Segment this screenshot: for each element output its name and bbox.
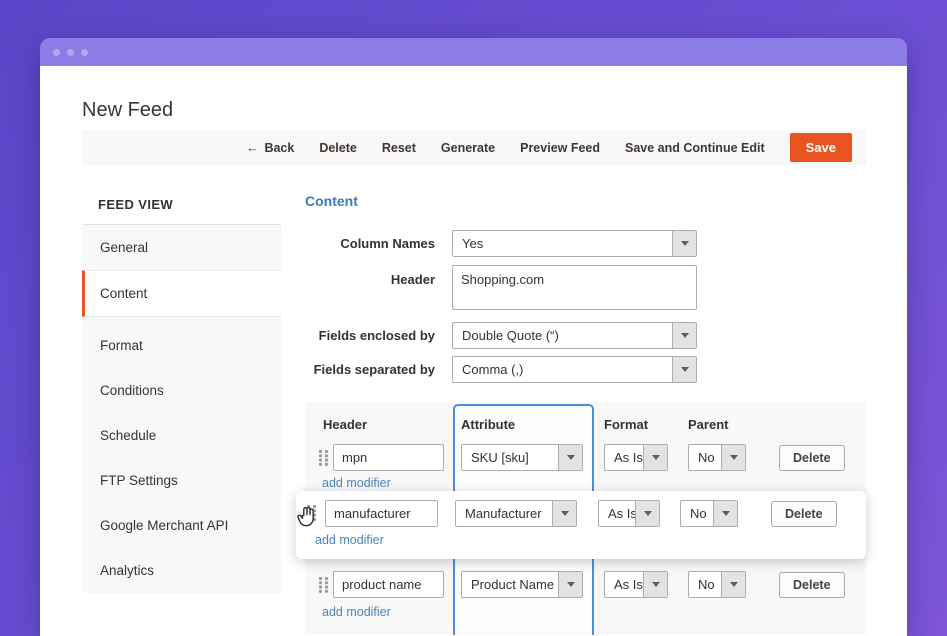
- chevron-down-icon: [558, 445, 582, 470]
- chevron-down-icon: [635, 501, 659, 526]
- row-delete-button[interactable]: Delete: [779, 572, 845, 598]
- column-header-format: Format: [604, 417, 648, 432]
- window-dot-icon: [53, 49, 60, 56]
- dragged-row-card[interactable]: Manufacturer As Is No Delete add modif: [296, 491, 866, 559]
- row-format-select[interactable]: As Is: [598, 500, 660, 527]
- chevron-down-icon: [672, 323, 696, 348]
- desktop-background: New Feed ← Back Delete Reset Generate Pr…: [0, 0, 947, 636]
- window-dot-icon: [67, 49, 74, 56]
- header-label: Header: [305, 265, 435, 287]
- add-modifier-link[interactable]: add modifier: [315, 533, 384, 547]
- row-header-input[interactable]: [333, 444, 444, 471]
- row-header-input[interactable]: [333, 571, 444, 598]
- row-format-value: As Is: [614, 577, 643, 592]
- row-parent-select[interactable]: No: [680, 500, 738, 527]
- back-arrow-icon: ←: [246, 141, 259, 155]
- fields-enclosed-select[interactable]: Double Quote (“): [452, 322, 697, 349]
- row-format-value: As Is: [608, 506, 637, 521]
- column-header-header: Header: [323, 417, 367, 432]
- sidebar-item-analytics[interactable]: Analytics: [82, 548, 281, 593]
- row-parent-select[interactable]: No: [688, 571, 746, 598]
- row-delete-button[interactable]: Delete: [779, 445, 845, 471]
- column-names-label: Column Names: [305, 236, 435, 251]
- sidebar-item-general[interactable]: General: [82, 225, 281, 270]
- chevron-down-icon: [672, 231, 696, 256]
- row-attribute-value: Product Name: [471, 577, 554, 592]
- preview-feed-button[interactable]: Preview Feed: [520, 141, 600, 155]
- sidebar-header: FEED VIEW: [82, 185, 281, 225]
- row-parent-select[interactable]: No: [688, 444, 746, 471]
- fields-separated-select[interactable]: Comma (,): [452, 356, 697, 383]
- main-content: Content Column Names Yes Header Shopping…: [305, 185, 866, 636]
- save-and-continue-button[interactable]: Save and Continue Edit: [625, 141, 765, 155]
- column-names-row: Column Names Yes: [305, 230, 866, 257]
- grab-cursor-icon: [296, 504, 318, 534]
- row-parent-value: No: [690, 506, 707, 521]
- fields-separated-row: Fields separated by Comma (,): [305, 356, 866, 383]
- chevron-down-icon: [713, 501, 737, 526]
- chevron-down-icon: [643, 572, 667, 597]
- row-parent-value: No: [698, 450, 715, 465]
- chevron-down-icon: [558, 572, 582, 597]
- chevron-down-icon: [721, 572, 745, 597]
- field-mapping-table: Header Attribute Format Parent SKU [sku]…: [305, 402, 866, 635]
- add-modifier-link[interactable]: add modifier: [322, 476, 391, 490]
- toolbar: ← Back Delete Reset Generate Preview Fee…: [82, 130, 866, 165]
- row-attribute-select[interactable]: SKU [sku]: [461, 444, 583, 471]
- chevron-down-icon: [672, 357, 696, 382]
- row-delete-button[interactable]: Delete: [771, 501, 837, 527]
- row-attribute-select[interactable]: Product Name: [461, 571, 583, 598]
- column-names-select[interactable]: Yes: [452, 230, 697, 257]
- fields-enclosed-row: Fields enclosed by Double Quote (“): [305, 322, 866, 349]
- drag-handle-icon[interactable]: [318, 576, 329, 594]
- fields-separated-value: Comma (,): [462, 362, 523, 377]
- row-parent-value: No: [698, 577, 715, 592]
- window-titlebar: [40, 38, 907, 66]
- fields-enclosed-value: Double Quote (“): [462, 328, 559, 343]
- row-format-value: As Is: [614, 450, 643, 465]
- sidebar-item-conditions[interactable]: Conditions: [82, 368, 281, 413]
- back-button[interactable]: ← Back: [246, 141, 294, 155]
- chevron-down-icon: [721, 445, 745, 470]
- save-button[interactable]: Save: [790, 133, 852, 162]
- row-attribute-select[interactable]: Manufacturer: [455, 500, 577, 527]
- row-attribute-value: SKU [sku]: [471, 450, 529, 465]
- window-dot-icon: [81, 49, 88, 56]
- sidebar: FEED VIEW General Content Format Conditi…: [82, 185, 281, 593]
- back-button-label: Back: [264, 141, 294, 155]
- sidebar-item-content[interactable]: Content: [82, 270, 281, 317]
- content-section-title: Content: [305, 193, 866, 209]
- row-attribute-value: Manufacturer: [465, 506, 542, 521]
- chevron-down-icon: [643, 445, 667, 470]
- column-names-value: Yes: [462, 236, 483, 251]
- sidebar-item-schedule[interactable]: Schedule: [82, 413, 281, 458]
- app-window: New Feed ← Back Delete Reset Generate Pr…: [40, 38, 907, 636]
- window-body: New Feed ← Back Delete Reset Generate Pr…: [40, 66, 907, 636]
- sidebar-item-ftp-settings[interactable]: FTP Settings: [82, 458, 281, 503]
- sidebar-nav: General Content Format Conditions Schedu…: [82, 225, 281, 593]
- page-title: New Feed: [82, 99, 173, 122]
- row-header-input[interactable]: [325, 500, 438, 527]
- column-header-attribute: Attribute: [461, 417, 515, 432]
- drag-handle-icon[interactable]: [318, 449, 329, 467]
- delete-button[interactable]: Delete: [319, 141, 357, 155]
- header-row: Header Shopping.com: [305, 265, 866, 310]
- fields-enclosed-label: Fields enclosed by: [305, 328, 435, 343]
- sidebar-item-format[interactable]: Format: [82, 323, 281, 368]
- header-textarea[interactable]: Shopping.com: [452, 265, 697, 310]
- row-format-select[interactable]: As Is: [604, 444, 668, 471]
- reset-button[interactable]: Reset: [382, 141, 416, 155]
- row-format-select[interactable]: As Is: [604, 571, 668, 598]
- add-modifier-link[interactable]: add modifier: [322, 605, 391, 619]
- generate-button[interactable]: Generate: [441, 141, 495, 155]
- column-header-parent: Parent: [688, 417, 728, 432]
- fields-separated-label: Fields separated by: [305, 362, 435, 377]
- sidebar-item-google-merchant-api[interactable]: Google Merchant API: [82, 503, 281, 548]
- chevron-down-icon: [552, 501, 576, 526]
